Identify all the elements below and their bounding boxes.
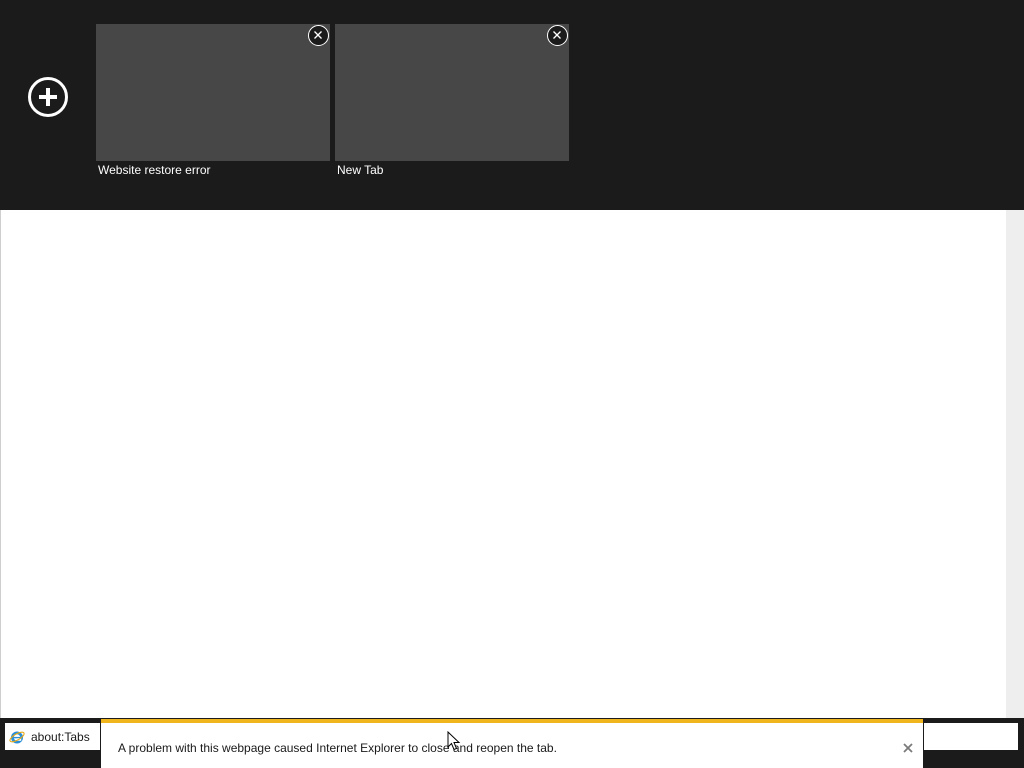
new-tab-button[interactable] xyxy=(28,77,68,117)
notification-message: A problem with this webpage caused Inter… xyxy=(118,741,557,755)
notification-bar: A problem with this webpage caused Inter… xyxy=(101,719,923,768)
vertical-scrollbar[interactable] xyxy=(1006,210,1024,718)
tab-thumbnail-website-restore-error[interactable] xyxy=(96,24,330,161)
close-icon xyxy=(314,31,322,39)
tab-title[interactable]: Website restore error xyxy=(98,163,210,177)
tab-title[interactable]: New Tab xyxy=(337,163,383,177)
address-field-value: about:Tabs xyxy=(31,730,90,744)
address-bar[interactable]: about:Tabs xyxy=(5,723,100,750)
plus-icon-vertical xyxy=(46,88,50,106)
mouse-pointer-icon xyxy=(447,731,461,751)
tab-switcher-bar: Website restore error New Tab xyxy=(0,0,1024,210)
address-bar-extension xyxy=(924,723,1018,750)
close-icon[interactable] xyxy=(901,741,915,755)
close-tab-button[interactable] xyxy=(547,25,568,46)
page-content xyxy=(0,210,1006,718)
close-tab-button[interactable] xyxy=(308,25,329,46)
internet-explorer-icon xyxy=(9,731,25,744)
tab-thumbnail-new-tab[interactable] xyxy=(335,24,569,161)
close-icon xyxy=(553,31,561,39)
